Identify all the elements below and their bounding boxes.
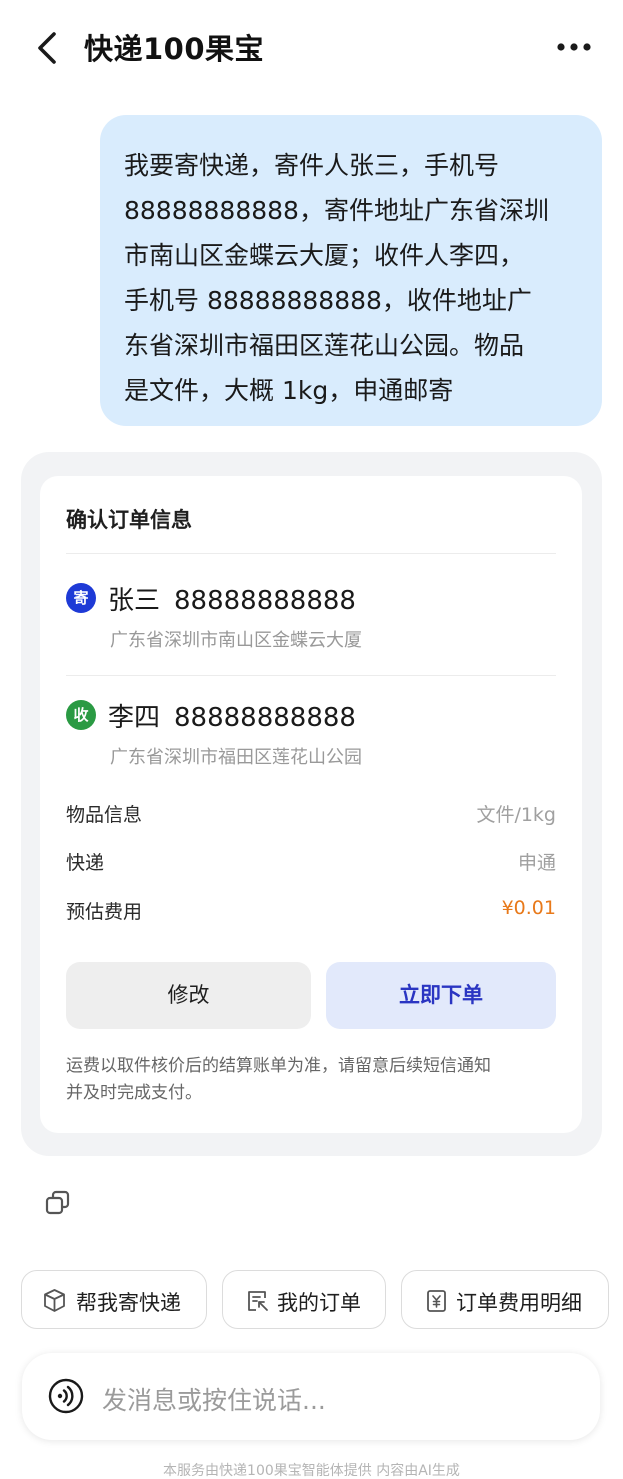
card-title: 确认订单信息 bbox=[66, 508, 192, 532]
fee-value: ¥0.01 bbox=[501, 897, 556, 919]
shipping-notice: 运费以取件核价后的结算账单为准，请留意后续短信通知 并及时完成支付。 bbox=[66, 1053, 556, 1107]
receiver-info[interactable]: 李四 88888888888 bbox=[108, 697, 356, 734]
order-list-icon bbox=[248, 1291, 268, 1311]
package-icon bbox=[44, 1289, 65, 1312]
divider bbox=[66, 553, 556, 554]
top-nav-bar: 快递100果宝 bbox=[0, 0, 623, 95]
quick-action-my-orders[interactable]: 我的订单 bbox=[222, 1270, 386, 1329]
message-line: 手机号 88888888888，收件地址广 bbox=[124, 286, 532, 315]
chip-label: 帮我寄快递 bbox=[76, 1291, 181, 1315]
chip-label: 订单费用明细 bbox=[456, 1291, 582, 1315]
sender-phone: 88888888888 bbox=[174, 586, 356, 616]
footer-disclaimer: 本服务由快递100果宝智能体提供 内容由AI生成 bbox=[163, 1463, 460, 1479]
place-order-button[interactable]: 立即下单 bbox=[326, 962, 556, 1029]
copy-icon[interactable] bbox=[44, 1189, 72, 1217]
receiver-name: 李四 bbox=[108, 703, 161, 733]
message-line: 是文件，大概 1kg，申通邮寄 bbox=[124, 376, 454, 405]
message-line: 我要寄快递，寄件人张三，手机号 bbox=[124, 151, 500, 180]
courier-label: 快递 bbox=[66, 852, 105, 874]
notice-line: 并及时完成支付。 bbox=[66, 1083, 202, 1103]
more-horizontal-icon[interactable] bbox=[554, 34, 594, 60]
divider bbox=[66, 675, 556, 676]
sender-info[interactable]: 张三 88888888888 bbox=[108, 580, 356, 617]
message-line: 88888888888，寄件地址广东省深圳 bbox=[124, 196, 549, 225]
quick-action-fee-details[interactable]: 订单费用明细 bbox=[401, 1270, 609, 1329]
sender-name: 张三 bbox=[108, 586, 161, 616]
sender-address: 广东省深圳市南山区金蝶云大厦 bbox=[110, 630, 362, 651]
item-info-label: 物品信息 bbox=[66, 804, 143, 826]
quick-action-send-package[interactable]: 帮我寄快递 bbox=[21, 1270, 207, 1329]
notice-line: 运费以取件核价后的结算账单为准，请留意后续短信通知 bbox=[66, 1056, 491, 1076]
page-title: 快递100果宝 bbox=[84, 32, 265, 66]
chip-label: 我的订单 bbox=[277, 1291, 361, 1315]
receiver-badge: 收 bbox=[66, 700, 96, 730]
item-info-value: 文件/1kg bbox=[476, 804, 556, 826]
receiver-address: 广东省深圳市福田区莲花山公园 bbox=[110, 747, 362, 768]
message-line: 东省深圳市福田区莲花山公园。物品 bbox=[124, 331, 525, 360]
courier-value: 申通 bbox=[517, 852, 556, 874]
voice-icon[interactable] bbox=[48, 1378, 84, 1414]
chevron-left-icon[interactable] bbox=[30, 28, 64, 68]
receipt-yuan-icon bbox=[427, 1290, 446, 1312]
receiver-phone: 88888888888 bbox=[174, 703, 356, 733]
message-input-placeholder[interactable]: 发消息或按住说话... bbox=[102, 1381, 326, 1417]
message-input-bar[interactable]: 发消息或按住说话... bbox=[22, 1353, 600, 1440]
fee-label: 预估费用 bbox=[66, 901, 143, 923]
message-line: 市南山区金蝶云大厦；收件人李四， bbox=[124, 241, 525, 270]
user-message-bubble: 我要寄快递，寄件人张三，手机号 88888888888，寄件地址广东省深圳 市南… bbox=[100, 115, 602, 426]
sender-badge: 寄 bbox=[66, 583, 96, 613]
modify-button[interactable]: 修改 bbox=[66, 962, 311, 1029]
